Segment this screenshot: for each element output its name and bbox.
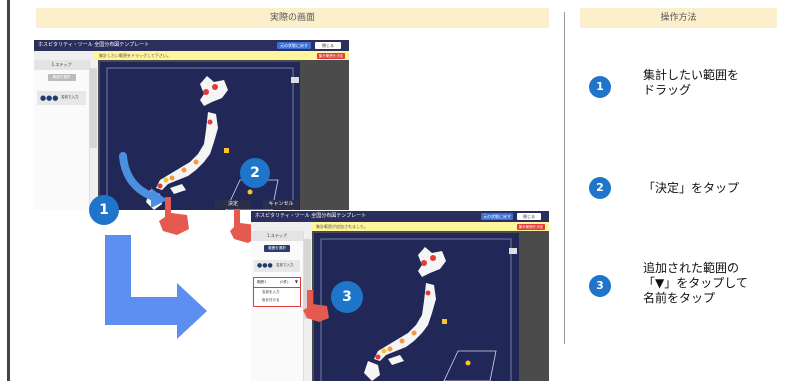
marker-red bbox=[421, 260, 427, 266]
app-title: ホスピタリティ・ツール 全国分布図テンプレート bbox=[38, 42, 150, 48]
instruction-text: 集計したい範囲をドラッグして下さい。 bbox=[99, 53, 171, 58]
marker-orange bbox=[387, 346, 393, 352]
marker-red bbox=[203, 89, 209, 95]
section-divider bbox=[564, 12, 565, 344]
marker-yellow bbox=[381, 348, 387, 354]
step-header: 1.ステップ bbox=[34, 60, 89, 70]
menu-item-enter-name[interactable]: 名前を入力 bbox=[262, 290, 280, 295]
marker-orange bbox=[193, 159, 199, 165]
instruction-badge-1: 1 bbox=[589, 76, 611, 98]
kyushu-shape bbox=[364, 361, 380, 381]
decide-range-button[interactable]: 集計範囲を決定 bbox=[317, 52, 345, 59]
tap-hand-icon bbox=[303, 290, 329, 322]
marker-orange bbox=[411, 330, 417, 336]
step-badge-1: 1 bbox=[89, 195, 119, 225]
instruction-step-1: 集計したい範囲を ドラッグ bbox=[643, 68, 793, 98]
reset-button[interactable]: 元の状態に戻す bbox=[481, 213, 513, 220]
cancel-button[interactable]: キャンセル bbox=[263, 200, 299, 209]
vertical-tab-strip[interactable] bbox=[90, 68, 97, 148]
step-header: 1.ステップ bbox=[251, 231, 303, 241]
reset-button[interactable]: 元の状態に戻す bbox=[277, 42, 311, 49]
instruction-text: 集計範囲が追加されました。 bbox=[316, 224, 368, 229]
actual-screen-header: 実際の画面 bbox=[36, 8, 549, 28]
people-icon: ●●● bbox=[257, 262, 273, 269]
sidebar: 1.ステップ 範囲を選択 ●●● 名前で入力 範囲1 (0件) ▼ 名前を入力 … bbox=[251, 231, 304, 381]
chevron-down-icon[interactable]: ▼ bbox=[295, 279, 298, 284]
marker-red bbox=[430, 255, 436, 261]
marker-yellow bbox=[465, 360, 471, 366]
range-dropdown-count: (0件) bbox=[280, 280, 289, 284]
map-corner-button[interactable] bbox=[291, 77, 299, 83]
instruction-step-3: 追加された範囲の 「▼」をタップして 名前をタップ bbox=[643, 261, 793, 306]
decide-range-button[interactable]: 集計範囲を決定 bbox=[517, 223, 545, 230]
decide-cancel-bar: 決定 キャンセル bbox=[205, 200, 325, 209]
marker-red bbox=[212, 84, 218, 90]
instruction-badge-3: 3 bbox=[589, 275, 611, 297]
close-button[interactable]: 閉じる bbox=[315, 42, 341, 49]
step-badge-3: 3 bbox=[331, 281, 363, 313]
added-range-shape bbox=[443, 350, 497, 381]
instruction-step-3-line-1: 追加された範囲の bbox=[643, 261, 740, 275]
range-dropdown-value: 範囲1 bbox=[257, 280, 267, 284]
close-button[interactable]: 閉じる bbox=[517, 213, 541, 220]
instruction-badge-2: 2 bbox=[589, 177, 611, 199]
tap-hand-icon bbox=[159, 197, 189, 235]
instruction-bar: 集計したい範囲をドラッグして下さい。 集計範囲を決定 bbox=[94, 51, 349, 60]
instruction-bar: 集計範囲が追加されました。 集計範囲を決定 bbox=[311, 222, 549, 231]
select-range-button[interactable]: 範囲を選択 bbox=[47, 74, 76, 81]
marker-orange bbox=[181, 167, 187, 173]
marker-red bbox=[207, 119, 213, 125]
marker-shield bbox=[442, 319, 447, 324]
app-title-bar: ホスピタリティ・ツール 全国分布図テンプレート 元の状態に戻す 閉じる bbox=[251, 211, 549, 222]
operation-method-header: 操作方法 bbox=[580, 8, 777, 28]
people-icon: ●●● bbox=[40, 94, 59, 102]
left-border-line bbox=[7, 0, 10, 381]
step-badge-2: 2 bbox=[240, 158, 270, 188]
instruction-step-3-line-3: 名前をタップ bbox=[643, 291, 716, 305]
marker-orange bbox=[399, 338, 405, 344]
shikoku-shape bbox=[388, 355, 404, 365]
sidebar: 1.ステップ 範囲を選択 ●●● 名前で入力 bbox=[34, 60, 90, 210]
range-dropdown[interactable]: 範囲1 (0件) ▼ bbox=[253, 277, 301, 288]
instruction-step-2: 「決定」をタップ bbox=[643, 181, 793, 196]
app-title-bar: ホスピタリティ・ツール 全国分布図テンプレート 元の状態に戻す 閉じる bbox=[34, 40, 349, 51]
instruction-step-1-line-1: 集計したい範囲を bbox=[643, 68, 740, 82]
menu-item-set-color[interactable]: 色を付ける bbox=[262, 298, 280, 303]
instruction-step-3-line-2: 「▼」をタップして bbox=[643, 276, 748, 290]
name-entry-label: 名前で入力 bbox=[276, 263, 294, 267]
screenshot-1: ホスピタリティ・ツール 全国分布図テンプレート 元の状態に戻す 閉じる 集計した… bbox=[34, 40, 349, 210]
name-entry-label: 名前で入力 bbox=[61, 95, 79, 99]
screenshot-2: ホスピタリティ・ツール 全国分布図テンプレート 元の状態に戻す 閉じる 集計範囲… bbox=[251, 211, 549, 381]
select-range-button[interactable]: 範囲を選択 bbox=[264, 245, 290, 252]
map-corner-button[interactable] bbox=[509, 248, 517, 254]
app-title: ホスピタリティ・ツール 全国分布図テンプレート bbox=[255, 213, 367, 219]
dropdown-menu: 名前を入力 色を付ける bbox=[253, 288, 301, 307]
marker-red bbox=[375, 354, 381, 360]
instruction-step-1-line-2: ドラッグ bbox=[643, 83, 692, 97]
marker-red bbox=[425, 290, 431, 296]
marker-shield bbox=[224, 148, 229, 153]
name-entry-item[interactable]: ●●● 名前で入力 bbox=[254, 260, 300, 272]
flow-arrow-icon bbox=[105, 235, 207, 339]
marker-yellow bbox=[247, 189, 253, 195]
name-entry-item[interactable]: ●●● 名前で入力 bbox=[37, 91, 86, 105]
instruction-step-2-line-1: 「決定」をタップ bbox=[643, 181, 740, 195]
